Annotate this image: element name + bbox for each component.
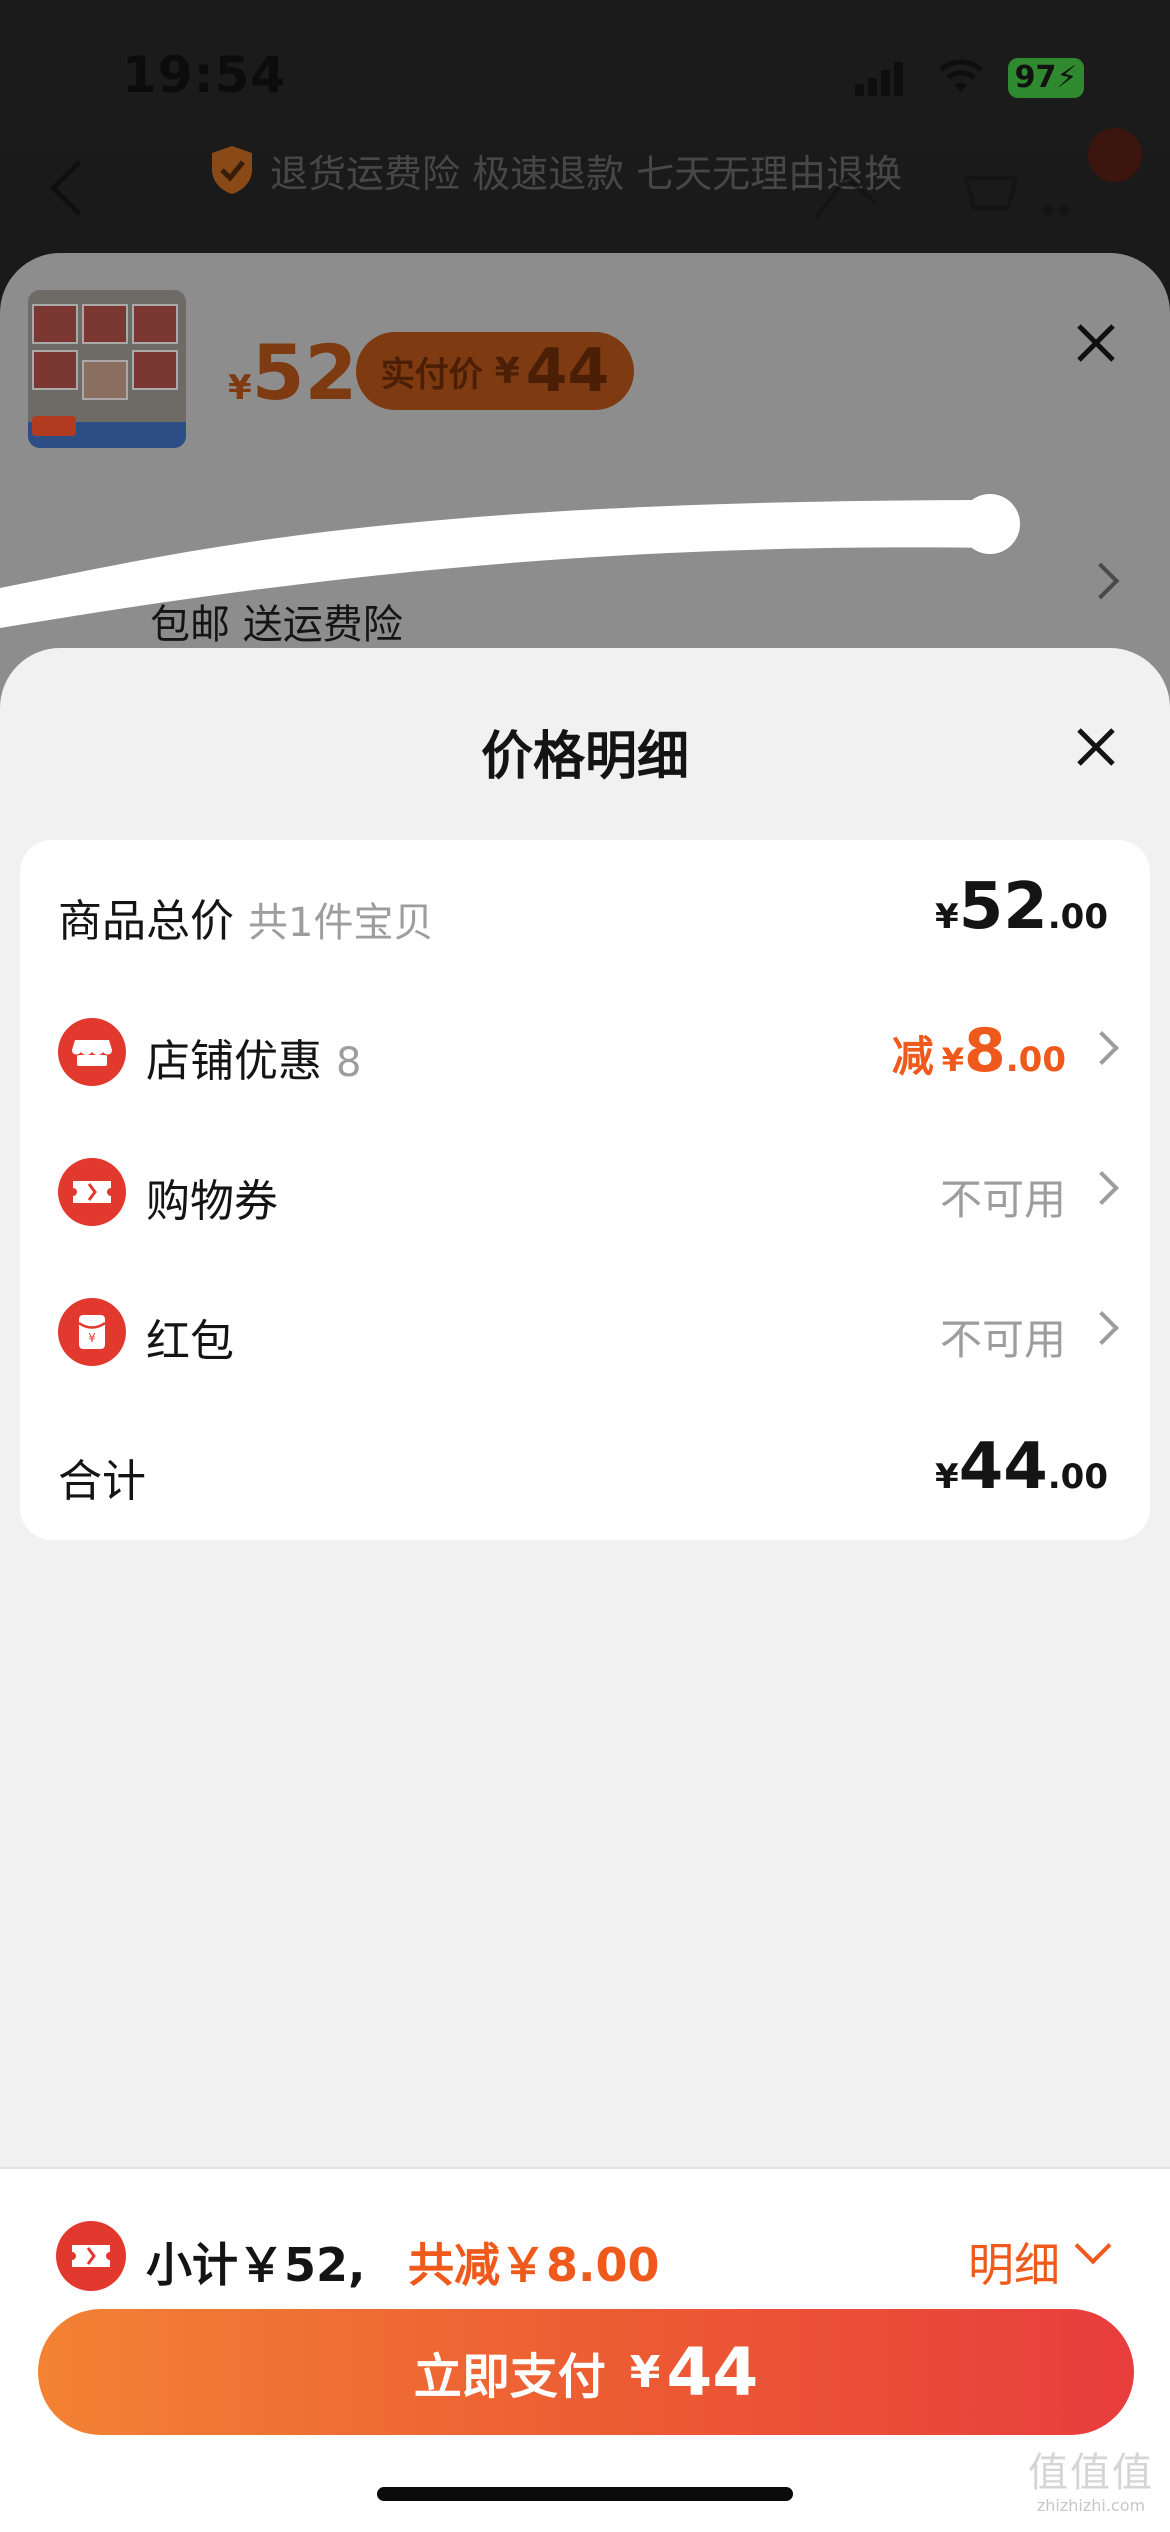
price-int: 44 (958, 1430, 1048, 1504)
goods-total-label: 商品总价 (58, 896, 234, 947)
svg-text:¥: ¥ (88, 1331, 96, 1345)
total-label: 合计 (58, 1456, 146, 1507)
actual-pay-value: 44 (525, 336, 610, 406)
store-discount-count: 8 (336, 1040, 362, 1086)
total-price: ¥44.00 (935, 1430, 1108, 1504)
discount-dec: .00 (1005, 1040, 1066, 1080)
actual-pay-yen: ¥ (494, 350, 520, 392)
row-total: 合计 ¥44.00 (20, 1400, 1150, 1540)
shopping-voucher-status: 不可用 (939, 1175, 1066, 1224)
item-count: 共1件宝贝 (248, 900, 434, 946)
actual-pay-pill: 实付价 ¥ 44 (356, 332, 634, 410)
row-store-discount[interactable]: 店铺优惠 8 减 ¥8.00 (20, 980, 1150, 1120)
header-actions (816, 175, 1069, 220)
coupon-icon (56, 2221, 126, 2291)
discount-minus: 减 (891, 1032, 934, 1081)
store-discount-amount: 减 ¥8.00 (892, 1016, 1066, 1086)
close-icon[interactable] (1075, 726, 1117, 768)
detail-toggle[interactable]: 明细 (968, 2229, 1060, 2295)
price-dec: .00 (1047, 897, 1108, 937)
product-thumbnail[interactable] (28, 290, 186, 448)
price-detail-card: 商品总价 共1件宝贝 ¥52.00 店铺优惠 8 减 ¥8.00 购物券 不可用… (20, 840, 1150, 1540)
goods-total-price: ¥52.00 (935, 870, 1108, 944)
chevron-right-icon (1085, 1311, 1119, 1345)
guarantee-text: 退货运费险 极速退款 七天无理由退换 (270, 151, 903, 196)
actual-pay-label: 实付价 (380, 354, 483, 395)
cellular-signal-icon (855, 62, 905, 96)
total-saved-text: 共减￥8.00 (408, 2238, 660, 2292)
pay-now-label: 立即支付 (413, 2349, 606, 2405)
ticket-icon (58, 1158, 126, 1226)
price-dec: .00 (1047, 1457, 1108, 1497)
battery-level: 97 (1014, 60, 1057, 95)
back-arrow-icon[interactable] (49, 159, 107, 217)
cart-badge (1088, 128, 1142, 182)
row-shopping-voucher[interactable]: 购物券 不可用 (20, 1120, 1150, 1260)
chevron-right-icon (1085, 1031, 1119, 1065)
store-icon (58, 1018, 126, 1086)
row-label: 商品总价 共1件宝贝 (58, 885, 433, 949)
red-envelope-icon: ¥ (58, 1298, 126, 1366)
discount-yen: ¥ (941, 1041, 965, 1079)
row-goods-total: 商品总价 共1件宝贝 ¥52.00 (20, 840, 1150, 980)
watermark-domain: zhizhizhi.com (1036, 2496, 1146, 2515)
sheet-price-yen: ¥ (228, 368, 252, 408)
sheet-price-value: 52 (251, 328, 358, 417)
row-red-envelope[interactable]: ¥ 红包 不可用 (20, 1260, 1150, 1400)
home-indicator (377, 2487, 793, 2501)
shipping-text: 包邮 送运费险 (150, 602, 403, 648)
red-envelope-status: 不可用 (939, 1315, 1066, 1364)
red-envelope-label: 红包 (146, 1316, 234, 1367)
battery-icon: 97⚡ (1008, 58, 1084, 98)
wifi-icon (939, 59, 983, 92)
sheet-price: ¥52 (228, 328, 357, 417)
row-label: 店铺优惠 8 (146, 1025, 361, 1089)
discount-int: 8 (964, 1016, 1006, 1086)
shield-icon (212, 146, 252, 194)
status-time: 19:54 (122, 46, 287, 104)
price-yen: ¥ (935, 897, 959, 937)
price-yen: ¥ (935, 1457, 959, 1497)
watermark: 值值值 zhizhizhi.com (1018, 2450, 1164, 2515)
price-int: 52 (958, 870, 1048, 944)
checkout-bar: 小计￥52, 共减￥8.00 明细 立即支付 ¥ 44 (0, 2167, 1170, 2532)
subtotal-text: 小计￥52, (146, 2238, 366, 2292)
pay-now-amount: 44 (666, 2333, 759, 2411)
status-bar: 19:54 97⚡ 退货运费险 极速退款 七天无理由退换 (0, 0, 1170, 220)
chevron-right-icon (1085, 1171, 1119, 1205)
chevron-down-icon[interactable] (1074, 2227, 1112, 2265)
watermark-logo: 值值值 (1028, 2450, 1154, 2496)
pay-now-button[interactable]: 立即支付 ¥ 44 (38, 2309, 1134, 2435)
store-discount-label: 店铺优惠 (146, 1036, 322, 1087)
modal-title: 价格明细 (480, 727, 689, 787)
shopping-voucher-label: 购物券 (146, 1176, 278, 1227)
sheet-close-icon[interactable] (1075, 322, 1117, 364)
guarantee-banner: 退货运费险 极速退款 七天无理由退换 (208, 140, 902, 200)
pay-now-yen: ¥ (629, 2346, 661, 2398)
